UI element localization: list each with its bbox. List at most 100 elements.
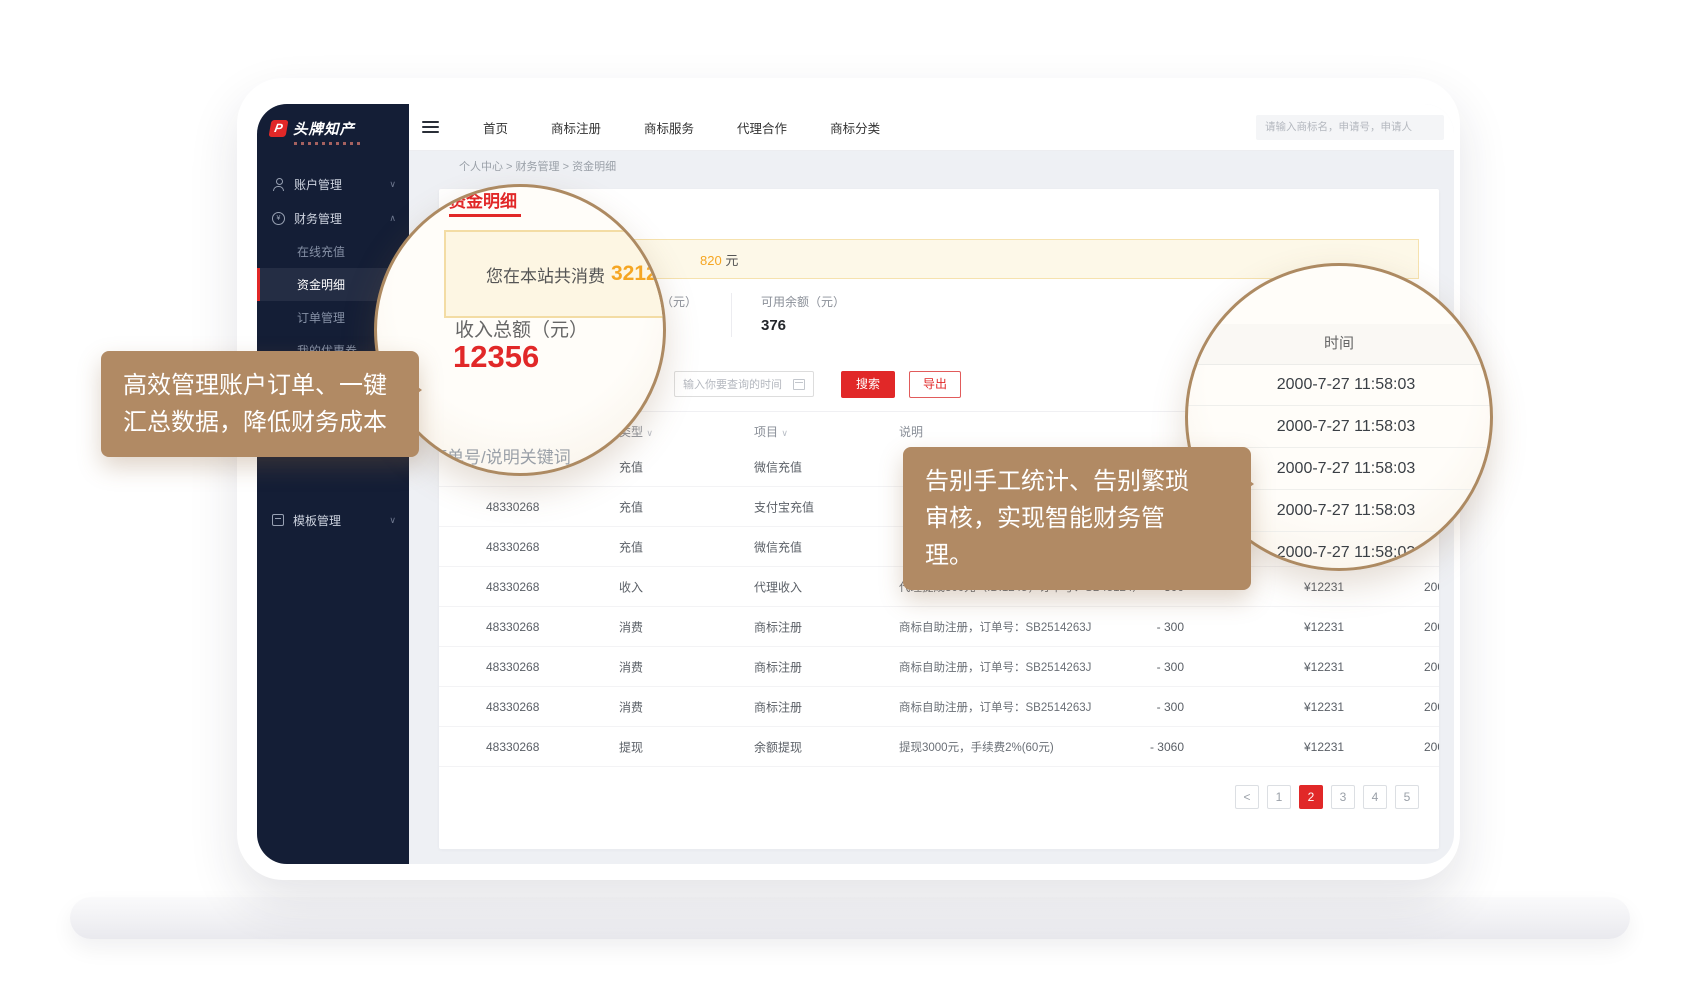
cell-type: 消费 (619, 658, 643, 675)
sidebar-item-templates[interactable]: 模板管理 ∨ (257, 503, 409, 537)
lens-time-value: 2000-7-27 11:58:03 (1277, 460, 1415, 477)
nav-trademark-register[interactable]: 商标注册 (551, 118, 601, 137)
cell-desc: 商标自助注册，订单号：SB2514263J (899, 699, 1091, 715)
lens-time-value: 2000-7-27 11:58:03 (1277, 418, 1415, 435)
banner-rest-unit: 元 (725, 253, 738, 268)
pagination-page-1[interactable]: 1 (1267, 785, 1291, 809)
chevron-up-icon: ∧ (389, 213, 396, 224)
date-filter-input[interactable]: 输入你要查询的时间 (674, 371, 814, 397)
cell-amount: - 300 (1079, 700, 1184, 714)
sidebar-subitem-recharge[interactable]: 在线充值 (257, 235, 409, 268)
callout-left-line-2: 汇总数据，降低财务成本 (123, 404, 397, 441)
cell-time: 2000-7-27 11:58:03 (1424, 700, 1439, 714)
pagination-prev-button[interactable]: < (1235, 785, 1259, 809)
cell-project: 微信充值 (754, 458, 802, 475)
top-nav: 首页 商标注册 商标服务 代理合作 商标分类 (483, 118, 880, 137)
stat-balance: 可用余额（元） 376 (761, 293, 845, 334)
cell-order: 48330268 (486, 660, 539, 674)
cell-order: 48330268 (486, 540, 539, 554)
pagination: < 1 2 3 4 5 (1235, 785, 1419, 809)
callout-right-line-3: 理。 (925, 537, 1229, 574)
stat-balance-value: 376 (761, 317, 845, 334)
lens-magnified-banner: 您在本站共消费 32124 元 (444, 230, 666, 318)
callout-left: 高效管理账户订单、一键 汇总数据，降低财务成本 (101, 351, 419, 457)
table-row[interactable]: 48330268 消费 商标注册 商标自助注册，订单号：SB2514263J -… (439, 607, 1439, 647)
cell-desc: 商标自助注册，订单号：SB2514263J (899, 619, 1091, 635)
export-button[interactable]: 导出 (909, 371, 961, 398)
lens-banner-prefix: 您在本站共消费 (486, 262, 605, 287)
lens-time-value: 2000-7-27 11:58:03 (1277, 502, 1415, 519)
cell-order: 48330268 (486, 580, 539, 594)
cell-project: 微信充值 (754, 538, 802, 555)
cell-desc: 提现3000元，手续费2%(60元) (899, 739, 1054, 755)
lens-income-label: 收入总额（元） (455, 315, 588, 342)
sidebar-item-label: 账户管理 (294, 176, 342, 193)
cell-balance: ¥12231 (1304, 740, 1344, 754)
top-nav-bar: 首页 商标注册 商标服务 代理合作 商标分类 (409, 104, 1454, 151)
table-row[interactable]: 48330268 提现 余额提现 提现3000元，手续费2%(60元) - 30… (439, 727, 1439, 767)
table-row[interactable]: 48330268 消费 商标注册 商标自助注册，订单号：SB2514263J -… (439, 687, 1439, 727)
cell-type: 提现 (619, 738, 643, 755)
cell-amount: - 300 (1079, 660, 1184, 674)
breadcrumb: 个人中心 > 财务管理 > 资金明细 (409, 151, 1454, 181)
lens-order-column-header: 订单号/说明关键词 (430, 443, 571, 468)
cell-type: 充值 (619, 538, 643, 555)
cell-desc: 商标自助注册，订单号：SB2514263J (899, 659, 1091, 675)
cell-type: 充值 (619, 458, 643, 475)
sidebar-item-label: 财务管理 (294, 210, 342, 227)
sort-icon: ∨ (781, 428, 788, 438)
calendar-icon (793, 379, 805, 390)
cell-balance: ¥12231 (1304, 660, 1344, 674)
cell-project: 商标注册 (754, 658, 802, 675)
nav-trademark-service[interactable]: 商标服务 (644, 118, 694, 137)
cell-project: 商标注册 (754, 618, 802, 635)
banner-rest-value: 820 (700, 253, 722, 268)
date-filter-placeholder: 输入你要查询的时间 (683, 376, 782, 392)
table-row[interactable]: 48330268 消费 商标注册 商标自助注册，订单号：SB2514263J -… (439, 647, 1439, 687)
lens-time-value: 2000-7-27 11:58:03 (1277, 544, 1415, 561)
cell-project: 商标注册 (754, 698, 802, 715)
stat-middle-partial-label: （元） (661, 293, 697, 310)
search-input[interactable] (1256, 115, 1444, 140)
user-icon (272, 178, 285, 191)
laptop-base (70, 897, 1630, 939)
cell-order: 48330268 (486, 620, 539, 634)
cell-balance: ¥12231 (1304, 700, 1344, 714)
lens-time-row: 2000-7-27 11:58:03 (1188, 406, 1490, 448)
cell-time: 2000-7-27 11:58:03 (1424, 740, 1439, 754)
nav-trademark-category[interactable]: 商标分类 (830, 118, 880, 137)
cell-order: 48330268 (486, 500, 539, 514)
sort-icon: ∨ (646, 428, 653, 438)
sidebar-item-account[interactable]: 账户管理 ∨ (257, 167, 409, 201)
lens-banner-value: 32124 (611, 262, 666, 286)
page: P 头牌知产 账户管理 ∨ ¥ 财务管理 ∧ 在线充值 (0, 0, 1696, 1002)
search-button[interactable]: 搜索 (841, 371, 895, 398)
brand-name: 头牌知产 (293, 118, 355, 139)
pagination-page-3[interactable]: 3 (1331, 785, 1355, 809)
nav-agent-cooperation[interactable]: 代理合作 (737, 118, 787, 137)
cell-amount: - 300 (1079, 620, 1184, 634)
nav-home[interactable]: 首页 (483, 118, 508, 137)
chevron-down-icon: ∨ (389, 515, 396, 526)
stat-divider (731, 293, 732, 337)
col-project-header[interactable]: 项目 ∨ (754, 423, 788, 440)
hamburger-menu-icon[interactable] (422, 121, 439, 133)
cell-project: 代理收入 (754, 578, 802, 595)
pagination-page-4[interactable]: 4 (1363, 785, 1387, 809)
cell-balance: ¥12231 (1304, 620, 1344, 634)
lens-magnified-tab: 资金明细 (449, 187, 517, 212)
cell-type: 充值 (619, 498, 643, 515)
logo: P 头牌知产 (257, 104, 409, 139)
cell-type: 消费 (619, 698, 643, 715)
sidebar-item-finance[interactable]: ¥ 财务管理 ∧ (257, 201, 409, 235)
finance-icon: ¥ (272, 212, 285, 225)
cell-time: 2000-7-27 11:58:03 (1424, 620, 1439, 634)
cell-time: 2000-7-27 11:58:03 (1424, 580, 1439, 594)
logo-icon: P (269, 120, 289, 137)
template-icon (272, 514, 284, 526)
sidebar: P 头牌知产 账户管理 ∨ ¥ 财务管理 ∧ 在线充值 (257, 104, 409, 864)
pagination-page-2-active[interactable]: 2 (1299, 785, 1323, 809)
pagination-page-5[interactable]: 5 (1395, 785, 1419, 809)
col-desc-header: 说明 (899, 423, 923, 440)
cell-order: 48330268 (486, 740, 539, 754)
